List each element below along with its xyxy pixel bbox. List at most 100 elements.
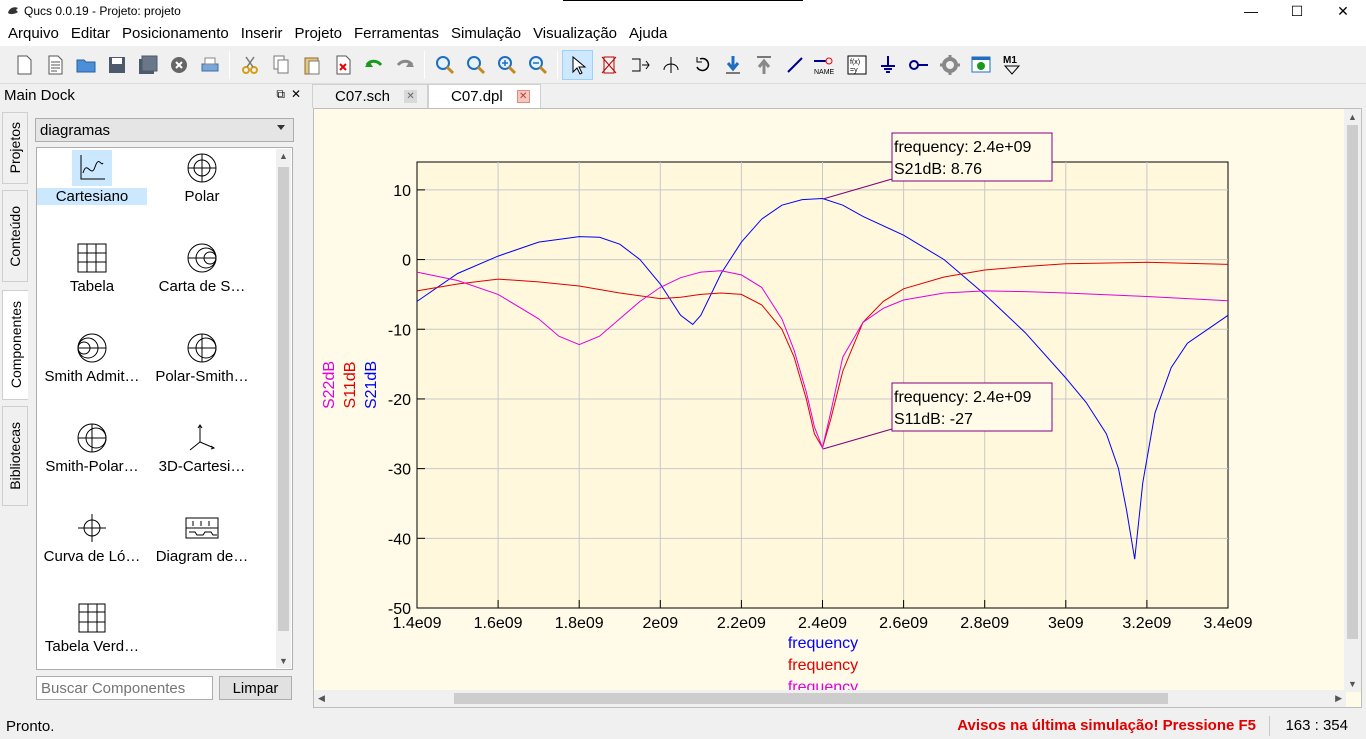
insert-wire-icon[interactable] (779, 50, 810, 80)
delete-icon[interactable] (327, 50, 358, 80)
scroll-thumb[interactable] (454, 693, 1168, 704)
component-carta-de-smith[interactable]: Carta de S… (147, 240, 257, 326)
simulate-icon[interactable] (934, 50, 965, 80)
scroll-down-icon[interactable]: ▼ (1348, 679, 1357, 689)
clear-search-button[interactable]: Limpar (219, 676, 292, 700)
menu-visualizacao[interactable]: Visualização (527, 22, 623, 46)
paste-icon[interactable] (296, 50, 327, 80)
component-category-select[interactable]: diagramas (35, 118, 294, 142)
component-list-scrollbar[interactable]: ▲ ▼ (276, 149, 291, 668)
canvas-vertical-scrollbar[interactable]: ▲ ▼ (1344, 109, 1361, 692)
data-display-canvas[interactable]: 1.4e09 1.6e09 1.8e09 2e09 2.2e09 2.4e09 2.6e09… (313, 108, 1362, 708)
window-title: Qucs 0.0.19 - Projeto: projeto (24, 4, 181, 18)
y-tick-label: 0 (402, 253, 411, 270)
set-marker-icon[interactable]: M1 (996, 50, 1027, 80)
menu-ferramentas[interactable]: Ferramentas (348, 22, 445, 46)
menu-editar[interactable]: Editar (65, 22, 116, 46)
minimize-button[interactable]: — (1228, 0, 1274, 22)
scroll-thumb[interactable] (1347, 125, 1358, 639)
component-cartesiano[interactable]: Cartesiano (37, 150, 147, 236)
menu-inserir[interactable]: Inserir (235, 22, 289, 46)
zoom-in-icon[interactable] (491, 50, 522, 80)
document-tabs: C07.sch ✕ C07.dpl ✕ (312, 84, 541, 108)
go-into-subcircuit-icon[interactable] (717, 50, 748, 80)
close-dock-icon[interactable]: ✕ (291, 87, 301, 102)
insert-label-icon[interactable]: NAME (810, 50, 841, 80)
component-diagrama-de-tempo[interactable]: Diagram de… (147, 510, 257, 596)
deactivate-component-icon[interactable] (593, 50, 624, 80)
scroll-down-icon[interactable]: ▼ (279, 656, 288, 666)
tab-c07-sch[interactable]: C07.sch ✕ (312, 84, 429, 108)
cut-icon[interactable] (234, 50, 265, 80)
component-tabela[interactable]: Tabela (37, 240, 147, 326)
tab-c07-dpl[interactable]: C07.dpl ✕ (428, 84, 541, 108)
float-dock-icon[interactable]: ⧉ (276, 87, 285, 102)
zoom-out-icon[interactable] (522, 50, 553, 80)
mirror-x-icon[interactable] (624, 50, 655, 80)
print-icon[interactable] (194, 50, 225, 80)
undo-icon[interactable] (358, 50, 389, 80)
side-tab-componentes[interactable]: Componentes (2, 290, 28, 400)
svg-text:NAME: NAME (814, 69, 835, 76)
open-folder-icon[interactable] (70, 50, 101, 80)
toolbar-separator (229, 50, 230, 79)
component-smith-polar[interactable]: Smith-Polar… (37, 420, 147, 506)
side-tab-projetos[interactable]: Projetos (2, 112, 28, 184)
component-polar[interactable]: Polar (147, 150, 257, 236)
insert-port-icon[interactable] (903, 50, 934, 80)
menu-projeto[interactable]: Projeto (288, 22, 348, 46)
view-data-display-icon[interactable] (965, 50, 996, 80)
pop-out-subcircuit-icon[interactable] (748, 50, 779, 80)
component-3d-cartesiano[interactable]: 3D-Cartesi… (147, 420, 257, 506)
close-tab-icon[interactable]: ✕ (516, 90, 530, 103)
zoom-fit-icon[interactable] (429, 50, 460, 80)
scroll-up-icon[interactable]: ▲ (1348, 112, 1357, 122)
menu-ajuda[interactable]: Ajuda (623, 22, 673, 46)
scroll-thumb[interactable] (278, 167, 289, 631)
new-text-icon[interactable] (39, 50, 70, 80)
close-button[interactable]: ✕ (1320, 0, 1366, 22)
search-components-input[interactable] (36, 676, 213, 700)
mirror-y-icon[interactable] (655, 50, 686, 80)
component-polar-smith[interactable]: Polar-Smith… (147, 330, 257, 416)
side-tab-conteudo[interactable]: Conteúdo (2, 190, 28, 282)
scroll-up-icon[interactable]: ▲ (279, 151, 288, 161)
cartesian-chart[interactable]: 1.4e09 1.6e09 1.8e09 2e09 2.2e09 2.4e09 2.6e09… (314, 109, 1346, 692)
cartesian-diagram-icon (72, 150, 112, 186)
component-smith-admitancia[interactable]: Smith Admit… (37, 330, 147, 416)
component-tabela-verdade[interactable]: Tabela Verd… (37, 600, 147, 686)
3d-cartesian-icon (182, 420, 222, 456)
smith-chart-icon (182, 240, 222, 276)
dock-side-tabs: Projetos Conteúdo Componentes Biblioteca… (0, 112, 28, 512)
insert-equation-icon[interactable]: f(x) =y (841, 50, 872, 80)
toolbar-separator (424, 50, 425, 79)
menu-simulacao[interactable]: Simulação (445, 22, 527, 46)
x-tick-label: 3.4e09 (1204, 615, 1253, 632)
canvas-horizontal-scrollbar[interactable]: ◀ ▶ (314, 690, 1346, 707)
zoom-1to1-icon[interactable] (460, 50, 491, 80)
close-file-icon[interactable] (163, 50, 194, 80)
y-tick-label: -10 (388, 322, 411, 339)
new-file-icon[interactable] (8, 50, 39, 80)
maximize-button[interactable]: ☐ (1274, 0, 1320, 22)
table-diagram-icon (72, 240, 112, 276)
scroll-right-icon[interactable]: ▶ (1335, 693, 1342, 704)
save-all-icon[interactable] (132, 50, 163, 80)
copy-icon[interactable] (265, 50, 296, 80)
x-tick-label: 2e09 (643, 615, 679, 632)
side-tab-bibliotecas[interactable]: Bibliotecas (2, 406, 28, 506)
insert-ground-icon[interactable] (872, 50, 903, 80)
save-icon[interactable] (101, 50, 132, 80)
rotate-icon[interactable] (686, 50, 717, 80)
close-tab-icon[interactable]: ✕ (404, 90, 418, 103)
component-curva-de-locus[interactable]: Curva de Ló… (37, 510, 147, 596)
menu-arquivo[interactable]: Arquivo (2, 22, 65, 46)
select-pointer-icon[interactable] (562, 49, 593, 80)
x-tick-label: 2.2e09 (717, 615, 766, 632)
x-axis-label: frequency (788, 657, 858, 674)
scroll-left-icon[interactable]: ◀ (318, 693, 325, 704)
polar-diagram-icon (182, 150, 222, 186)
redo-icon[interactable] (389, 50, 420, 80)
x-axis-labels: frequencyfrequencyfrequency (788, 635, 858, 692)
menu-posicionamento[interactable]: Posicionamento (116, 22, 235, 46)
